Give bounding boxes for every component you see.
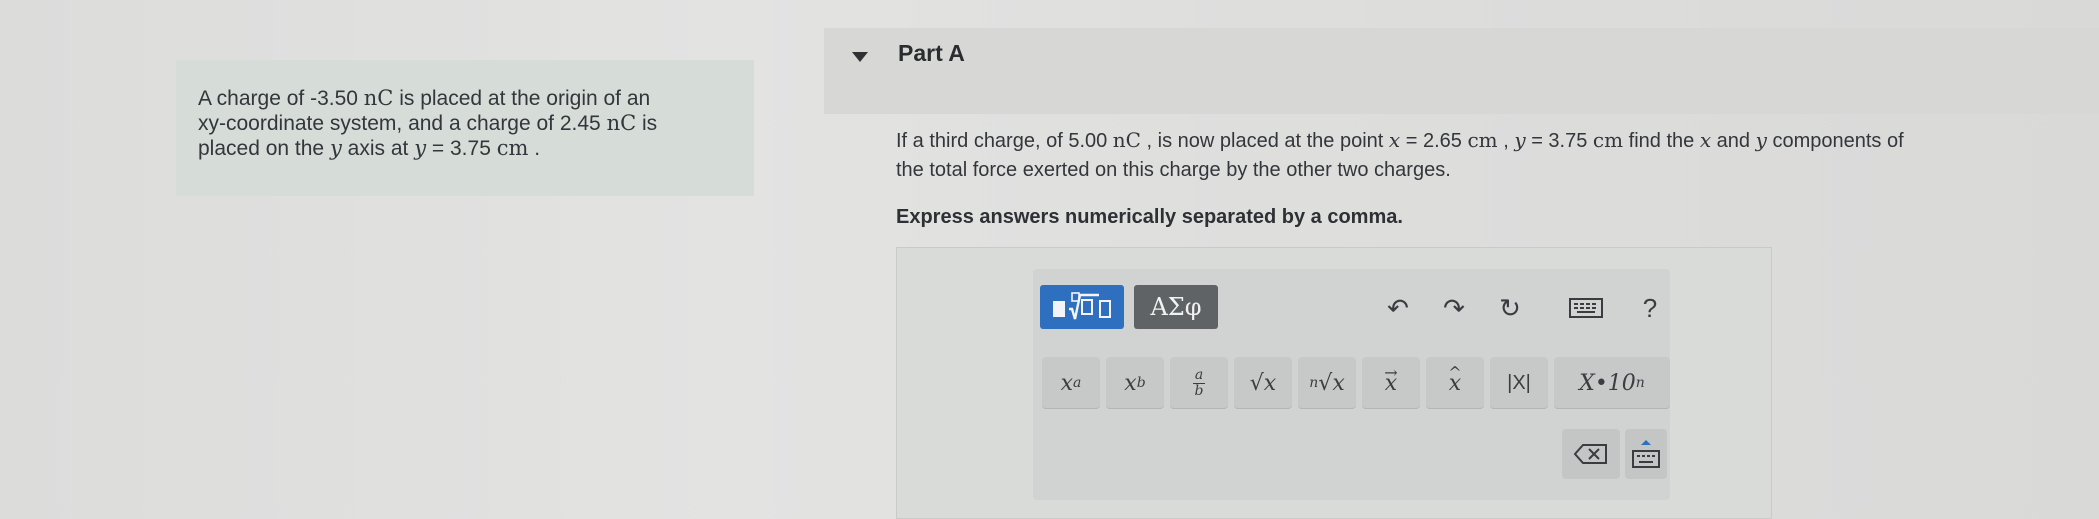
question-fragment: find the [1623,130,1700,152]
unit-nC: nC [1112,128,1141,152]
key-subscript: b [1136,375,1146,391]
question-fragment: = 2.65 [1400,130,1468,152]
key-symbol: x [1124,370,1137,396]
problem-line-1: A charge of -3.50 nC is placed at the or… [198,86,730,111]
question-fragment: , is now placed at the point [1140,130,1389,152]
question-fragment: If a third charge, of 5.00 [896,130,1113,152]
backspace-icon [1573,444,1607,464]
vector-key[interactable]: → x [1362,357,1420,409]
vector-arrow-icon: → [1384,363,1398,382]
var-x: x [1699,128,1712,152]
math-toolbar: ΑΣφ ↶ ↷ ↻ ? xa xb ab √x n √x → x ^ x |X| X•… [1033,269,1670,500]
key-symbol: x [1060,370,1074,396]
reset-icon[interactable]: ↻ [1493,291,1527,325]
problem-text: is placed at the origin of an [393,87,651,110]
instruction-text: Express answers numerically separated by… [896,206,1403,228]
greek-symbols-button[interactable]: ΑΣφ [1134,285,1218,329]
question-text: If a third charge, of 5.00 nC , is now p… [896,126,2076,185]
math-key-row: xa xb ab √x n √x → x ^ x |X| X•10 n [1042,357,1670,409]
key-symbol: X•10 [1579,370,1636,396]
problem-line-3: placed on the y axis at y = 3.75 cm . [198,136,730,161]
problem-statement: A charge of -3.50 nC is placed at the or… [176,60,754,196]
hat-icon: ^ [1448,363,1462,382]
problem-text: placed on the [198,137,330,160]
var-y: y [414,136,427,160]
unit-cm: cm [1592,128,1624,152]
templates-icon [1053,292,1111,320]
nth-root-key[interactable]: n √x [1298,357,1356,409]
problem-text: is [636,112,658,135]
problem-text: = 3.75 [426,137,497,160]
help-icon[interactable]: ? [1633,291,1667,325]
collapse-caret-icon[interactable] [852,52,868,62]
square-root-key[interactable]: √x [1234,357,1292,409]
question-line-2: the total force exerted on this charge b… [896,159,1451,181]
undo-icon[interactable]: ↶ [1381,291,1415,325]
unit-cm: cm [496,136,529,160]
redo-icon[interactable]: ↷ [1437,291,1471,325]
fraction-key[interactable]: ab [1170,357,1228,409]
problem-text: A charge of -3.50 [198,87,364,110]
problem-line-2: xy-coordinate system, and a charge of 2.… [198,111,730,136]
question-fragment: components of [1766,130,1904,152]
fraction-denominator: b [1194,382,1204,399]
absolute-value-key[interactable]: |X| [1490,357,1548,409]
backspace-button[interactable] [1562,429,1620,479]
question-fragment: , [1497,130,1515,152]
part-title: Part A [898,40,965,66]
subscript-key[interactable]: xb [1106,357,1164,409]
var-y: y [329,136,342,160]
templates-button[interactable] [1040,285,1124,329]
fraction-numerator: a [1194,366,1204,383]
problem-text: axis at [341,137,415,160]
var-x: x [1388,128,1401,152]
key-exponent: a [1073,375,1082,391]
keyboard-icon[interactable] [1569,291,1603,325]
question-fragment: and [1711,130,1756,152]
unit-cm: cm [1467,128,1498,152]
problem-text: xy-coordinate system, and a charge of 2.… [198,112,607,135]
superscript-key[interactable]: xa [1042,357,1100,409]
question-line-1: If a third charge, of 5.00 nC , is now p… [896,126,2076,156]
var-y: y [1514,128,1526,152]
unit-nC: nC [363,86,394,110]
keyboard-toggle-icon [1632,440,1660,468]
part-header[interactable]: Part A [824,28,2099,114]
root-index: n [1309,375,1319,391]
problem-text: . [528,137,541,160]
unit-nC: nC [606,111,637,135]
key-symbol: √x [1318,370,1345,396]
unit-vector-key[interactable]: ^ x [1426,357,1484,409]
var-y: y [1755,128,1767,152]
key-exponent: n [1635,375,1645,391]
question-fragment: = 3.75 [1525,130,1593,152]
scientific-notation-key[interactable]: X•10 n [1554,357,1670,409]
keyboard-toggle-button[interactable] [1625,429,1667,479]
